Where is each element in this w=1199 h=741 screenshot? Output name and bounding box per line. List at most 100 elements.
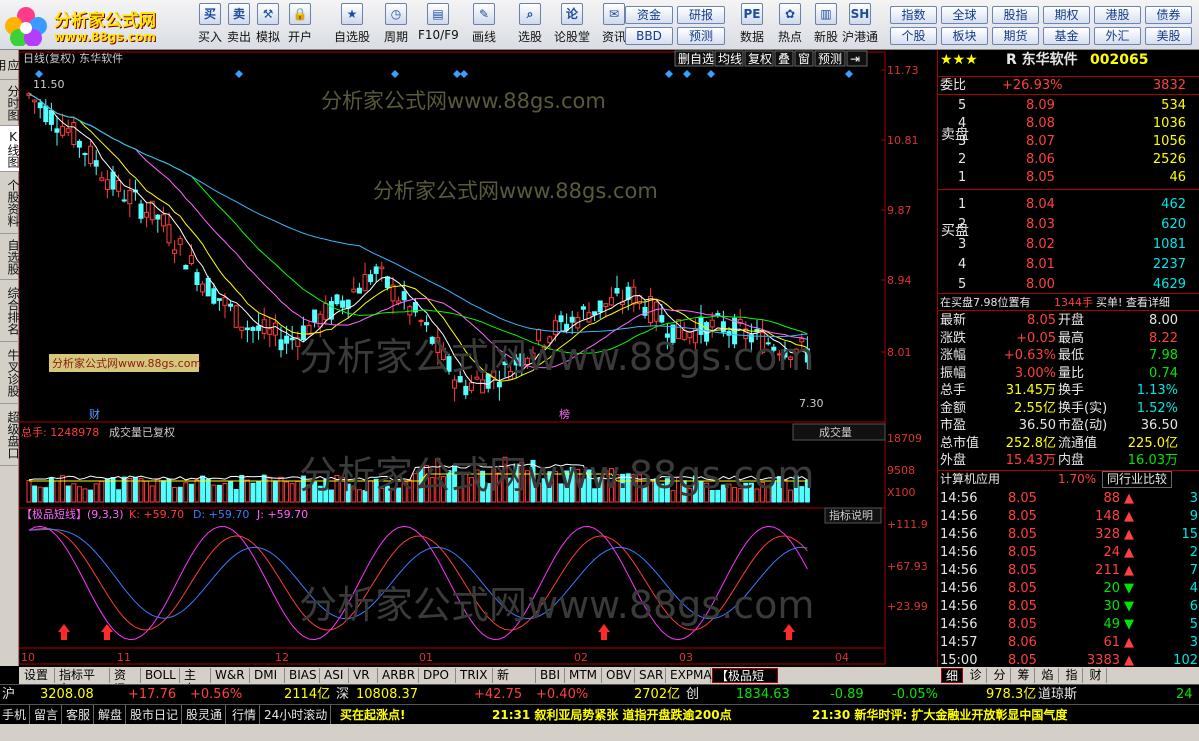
market-btn-2-top[interactable]: 股指 [992,6,1039,24]
buy-level-row[interactable]: 3 8.02 1081 [938,236,1199,253]
event-diamond-2[interactable] [391,70,399,78]
indicator-tab-15[interactable]: MTM [566,668,602,683]
toolbar-7-button[interactable]: ▤ F10/F9 [418,3,459,47]
indicator-tab-19[interactable]: 【极品短线】 [712,668,778,697]
industry-compare-button[interactable]: 同行业比较 [1102,471,1173,488]
finance-mark[interactable]: 财 [89,407,100,421]
toolbar-15-button[interactable]: SH 沪港通 [840,3,880,47]
right-tab-6[interactable]: 财 [1085,668,1107,683]
toolbar-5-button[interactable]: ★ 自选股 [332,3,372,47]
chart-top-btn-2[interactable]: 复权 [744,50,774,67]
indicator-tab-17[interactable]: SAR [636,668,666,683]
toolbar-9-button[interactable]: ⌕ 选股 [510,3,550,47]
event-diamond-6[interactable] [683,70,691,78]
yuce-button[interactable]: 预测 [677,27,725,45]
right-tab-2[interactable]: 分 [989,668,1011,683]
market-btn-4-top[interactable]: 港股 [1094,6,1141,24]
sell-level-row[interactable]: 1 8.05 46 [938,169,1199,186]
market-btn-4-bottom[interactable]: 外汇 [1094,27,1141,45]
left-tab-7[interactable]: 超级盘口 [0,404,20,466]
market-btn-2-bottom[interactable]: 期货 [992,27,1039,45]
buy-level-row[interactable]: 4 8.01 2237 [938,256,1199,273]
chart-top-btn-3[interactable]: 叠 [774,50,794,67]
indicator-tab-4[interactable]: 主力 [181,668,211,696]
market-btn-3-top[interactable]: 期权 [1043,6,1090,24]
right-tab-1[interactable]: 诊 [965,668,987,683]
toolbar-3-button[interactable]: ⚒ 模拟 [254,3,282,47]
indicator-tab-5[interactable]: W&R [212,668,250,683]
indicator-tab-9[interactable]: VR [350,668,378,683]
right-tab-5[interactable]: 指 [1061,668,1083,683]
yanbao-button[interactable]: 研报 [677,6,725,24]
left-tab-4[interactable]: 自选股 [0,234,20,280]
event-diamond-0[interactable] [35,70,43,78]
right-tab-4[interactable]: 焰 [1037,668,1059,683]
right-tab-3[interactable]: 筹 [1013,668,1035,683]
market-btn-5-top[interactable]: 债券 [1145,6,1192,24]
chart-top-btn-5[interactable]: 预测 [814,50,846,67]
chart-top-btn-0[interactable]: 删自选 [674,50,714,67]
left-tab-3[interactable]: 个股资料 [0,172,20,234]
status-item-4[interactable]: 股市日记 [130,705,183,725]
rank-mark[interactable]: 榜 [559,407,570,421]
indicator-tab-13[interactable]: 新DMA [494,668,536,696]
status-item-5[interactable]: 股灵通 [186,705,227,725]
sell-level-row[interactable]: 5 8.09 534 [938,97,1199,114]
market-btn-0-top[interactable]: 指数 [890,6,937,24]
sell-level-row[interactable]: 3 8.07 1056 [938,133,1199,150]
toolbar-4-button[interactable]: 🔒 开户 [286,3,314,47]
event-diamond-8[interactable] [845,70,853,78]
buy-level-row[interactable]: 1 8.04 462 [938,196,1199,213]
status-item-1[interactable]: 留言 [34,705,63,725]
buy-level-row[interactable]: 2 8.03 620 [938,216,1199,233]
sell-level-row[interactable]: 4 8.08 1036 [938,115,1199,132]
right-tab-0[interactable]: 细 [941,668,963,683]
status-item-2[interactable]: 客服 [66,705,95,725]
event-diamond-7[interactable] [707,70,715,78]
indicator-tab-3[interactable]: BOLL [142,668,180,683]
chart-top-btn-6[interactable]: ⇥ [846,50,868,67]
market-btn-1-bottom[interactable]: 板块 [941,27,988,45]
event-diamond-1[interactable] [235,70,243,78]
indicator-tab-14[interactable]: BBI [537,668,565,683]
volume-select[interactable]: 成交量 [792,423,886,441]
status-item-0[interactable]: 手机 [2,705,31,725]
indicator-help-button[interactable]: 指标说明 [824,507,882,524]
bigorder-notice[interactable]: 在买盘7.98位置有 1344手 买单! 查看详细 [938,293,1199,311]
toolbar-2-button[interactable]: 卖卖出 [225,3,253,47]
left-tab-0[interactable]: 应用 [0,50,20,80]
indicator-tab-10[interactable]: ARBR [379,668,419,683]
market-btn-5-bottom[interactable]: 美股 [1145,27,1192,45]
buy-level-row[interactable]: 5 8.00 4629 [938,276,1199,293]
chart-top-btn-4[interactable]: 窗 [794,50,814,67]
toolbar-13-button[interactable]: ✿ 热点 [770,3,810,47]
chart-top-btn-1[interactable]: 均线 [714,50,744,67]
indicator-tab-8[interactable]: ASI [321,668,349,683]
indicator-tab-1[interactable]: 指标平台 [56,668,110,696]
toolbar-12-button[interactable]: PE 数据 [732,3,772,47]
status-item-3[interactable]: 解盘 [98,705,127,725]
news-ticker-3[interactable]: 21:30 新华时评: 扩大金融业开放彰显中国气度 [812,705,1067,725]
indicator-tab-12[interactable]: TRIX [457,668,493,683]
toolbar-6-button[interactable]: ◷ 周期 [376,3,416,47]
toolbar-8-button[interactable]: ✎ 画线 [464,3,504,47]
indicator-tab-6[interactable]: DMI [251,668,285,683]
indicator-tab-18[interactable]: EXPMA [667,668,712,683]
zijin-button[interactable]: 资金 [625,6,673,24]
market-btn-1-top[interactable]: 全球 [941,6,988,24]
left-tab-5[interactable]: 综合排名 [0,280,20,342]
news-ticker-1[interactable]: 买在起涨点! [340,705,405,725]
news-ticker-2[interactable]: 21:31 叙利亚局势紧张 道指开盘跌逾200点 [492,705,732,725]
status-item-7[interactable]: 24小时滚动 [264,705,332,725]
left-tab-2[interactable]: K线图 [0,126,20,172]
status-item-6[interactable]: 行情 [232,705,261,725]
market-btn-3-bottom[interactable]: 基金 [1043,27,1090,45]
indicator-tab-2[interactable]: 资讯 [111,668,141,696]
sell-level-row[interactable]: 2 8.06 2526 [938,151,1199,168]
toolbar-10-button[interactable]: 论论股堂 [552,3,592,47]
left-tab-6[interactable]: 牛叉诊股 [0,342,20,404]
event-diamond-3[interactable] [453,70,461,78]
indicator-tab-7[interactable]: BIAS [286,668,320,683]
event-diamond-4[interactable] [460,70,468,78]
indicator-tab-11[interactable]: DPO [420,668,456,683]
